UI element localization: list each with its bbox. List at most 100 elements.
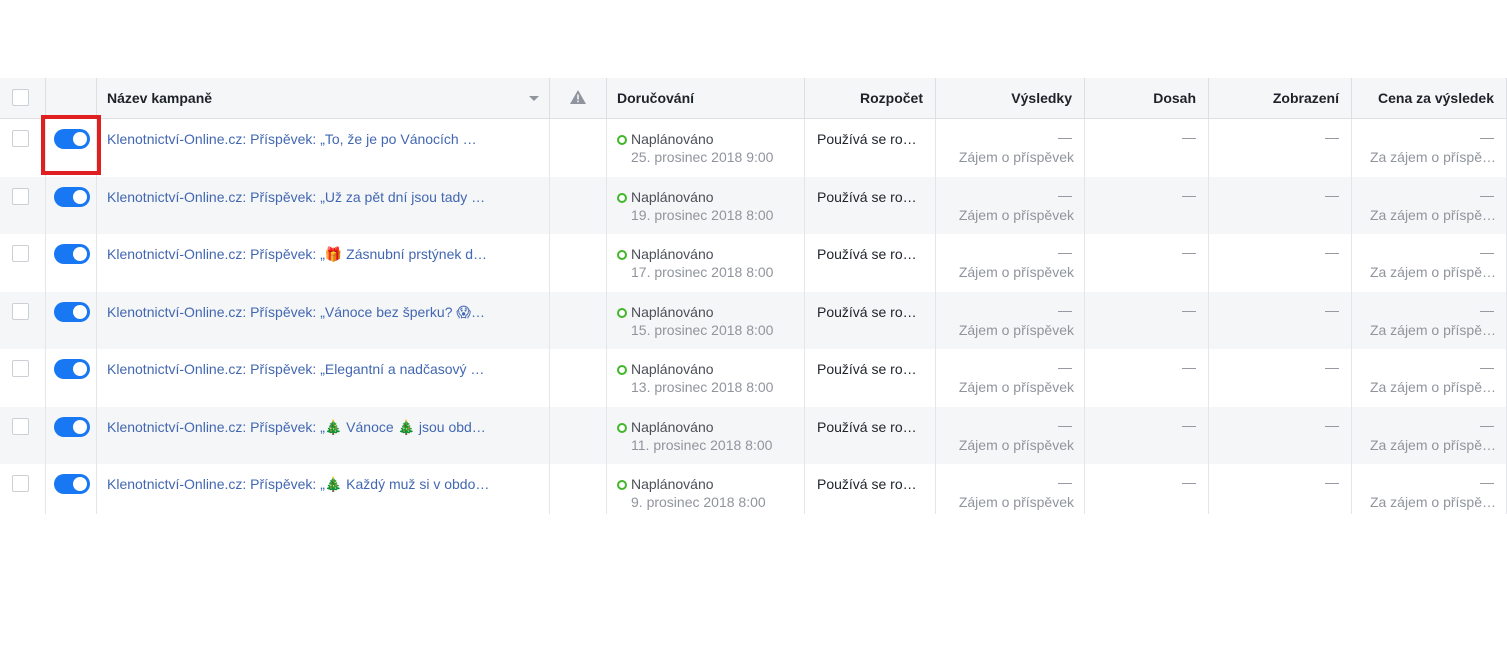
row-budget-cell: Používá se ro… <box>805 291 936 349</box>
row-results-cell: — Zájem o příspěvek <box>936 349 1085 407</box>
campaign-name-link[interactable]: Klenotnictví-Online.cz: Příspěvek: „Váno… <box>107 304 485 321</box>
results-value: — <box>1058 474 1072 490</box>
row-name-cell: Klenotnictví-Online.cz: Příspěvek: „🎄 Ka… <box>97 464 550 514</box>
toggle-highlight-box <box>41 115 101 175</box>
campaign-name-link[interactable]: Klenotnictví-Online.cz: Příspěvek: „🎄 Vá… <box>107 419 486 436</box>
row-delivery-cell: Naplánováno 11. prosinec 2018 8:00 <box>607 406 805 464</box>
row-select-cell <box>0 464 46 514</box>
column-campaign-name[interactable]: Název kampaně <box>97 78 550 118</box>
delivery-date: 17. prosinec 2018 8:00 <box>631 264 774 280</box>
column-delivery[interactable]: Doručování <box>607 78 805 118</box>
row-checkbox[interactable] <box>12 475 29 492</box>
row-select-cell <box>0 291 46 349</box>
row-cost-cell: — Za zájem o příspě… <box>1352 119 1507 177</box>
cost-label: Za zájem o příspě… <box>1369 149 1496 165</box>
delivery-date: 13. prosinec 2018 8:00 <box>631 379 774 395</box>
reach-value: — <box>1182 416 1196 433</box>
row-delivery-cell: Naplánováno 9. prosinec 2018 8:00 <box>607 464 805 514</box>
results-value: — <box>1058 416 1072 433</box>
column-label-campaign-name: Název kampaně <box>107 90 213 106</box>
cost-label: Za zájem o příspě… <box>1369 494 1496 510</box>
column-impressions[interactable]: Zobrazení <box>1209 78 1352 118</box>
campaign-on-off-toggle[interactable] <box>54 186 90 207</box>
select-all-checkbox[interactable] <box>12 89 29 106</box>
toggle-knob <box>73 189 87 204</box>
row-checkbox[interactable] <box>12 302 29 320</box>
sort-caret-icon[interactable] <box>529 96 539 101</box>
cost-label: Za zájem o příspě… <box>1369 379 1496 395</box>
column-results[interactable]: Výsledky <box>936 78 1085 118</box>
row-results-cell: — Zájem o příspěvek <box>936 234 1085 292</box>
results-label: Zájem o příspěvek <box>958 206 1074 223</box>
campaign-name-link[interactable]: Klenotnictví-Online.cz: Příspěvek: „🎄 Ka… <box>107 476 489 493</box>
delivery-date: 19. prosinec 2018 8:00 <box>631 206 774 223</box>
campaign-name-link[interactable]: Klenotnictví-Online.cz: Příspěvek: „Eleg… <box>107 361 484 377</box>
row-cost-cell: — Za zájem o příspě… <box>1352 291 1507 349</box>
row-toggle-cell <box>46 349 97 407</box>
status-dot-icon <box>617 480 627 490</box>
cost-value: — <box>1480 186 1494 203</box>
row-reach-cell: — <box>1085 349 1209 407</box>
cost-label: Za zájem o příspě… <box>1369 206 1496 223</box>
reach-value: — <box>1182 359 1196 375</box>
budget-text: Používá se ro… <box>817 476 917 492</box>
row-cost-cell: — Za zájem o příspě… <box>1352 464 1507 514</box>
row-select-cell <box>0 234 46 292</box>
impressions-value: — <box>1325 416 1339 433</box>
results-label: Zájem o příspěvek <box>958 264 1074 280</box>
row-budget-cell: Používá se ro… <box>805 119 936 177</box>
campaign-name-link[interactable]: Klenotnictví-Online.cz: Příspěvek: „🎁 Zá… <box>107 246 487 263</box>
campaign-on-off-toggle[interactable] <box>54 301 90 322</box>
row-reach-cell: — <box>1085 291 1209 349</box>
row-impressions-cell: — <box>1209 119 1352 177</box>
column-label-budget: Rozpočet <box>860 90 923 106</box>
row-reach-cell: — <box>1085 406 1209 464</box>
row-reach-cell: — <box>1085 234 1209 292</box>
table-row: Klenotnictví-Online.cz: Příspěvek: „🎄 Vá… <box>0 406 1507 464</box>
delivery-date: 25. prosinec 2018 9:00 <box>631 149 774 165</box>
results-label: Zájem o příspěvek <box>958 494 1074 510</box>
delivery-status: Naplánováno <box>631 418 714 435</box>
row-reach-cell: — <box>1085 464 1209 514</box>
campaign-on-off-toggle[interactable] <box>54 244 90 264</box>
row-checkbox[interactable] <box>12 187 29 205</box>
column-reach[interactable]: Dosah <box>1085 78 1209 118</box>
row-checkbox[interactable] <box>12 130 29 147</box>
column-cost-per-result[interactable]: Cena za výsledek <box>1352 78 1507 118</box>
column-warnings[interactable] <box>550 78 607 118</box>
toggle-knob <box>73 419 87 434</box>
row-delivery-cell: Naplánováno 13. prosinec 2018 8:00 <box>607 349 805 407</box>
row-select-cell <box>0 349 46 407</box>
delivery-status: Naplánováno <box>631 361 714 377</box>
row-cost-cell: — Za zájem o příspě… <box>1352 349 1507 407</box>
row-warning-cell <box>550 176 607 234</box>
column-label-delivery: Doručování <box>617 90 695 106</box>
campaign-on-off-toggle[interactable] <box>54 474 90 494</box>
campaign-name-link[interactable]: Klenotnictví-Online.cz: Příspěvek: „Už z… <box>107 189 485 205</box>
campaign-on-off-toggle[interactable] <box>54 359 90 379</box>
table-row: Klenotnictví-Online.cz: Příspěvek: „To, … <box>0 119 1507 177</box>
status-dot-icon <box>617 250 627 260</box>
results-value: — <box>1058 244 1072 260</box>
row-impressions-cell: — <box>1209 234 1352 292</box>
row-impressions-cell: — <box>1209 349 1352 407</box>
cost-value: — <box>1480 416 1494 433</box>
row-budget-cell: Používá se ro… <box>805 406 936 464</box>
campaign-on-off-toggle[interactable] <box>54 416 90 437</box>
table-row: Klenotnictví-Online.cz: Příspěvek: „🎁 Zá… <box>0 234 1507 292</box>
campaign-name-link[interactable]: Klenotnictví-Online.cz: Příspěvek: „To, … <box>107 131 477 147</box>
row-checkbox[interactable] <box>12 417 29 435</box>
row-results-cell: — Zájem o příspěvek <box>936 291 1085 349</box>
cost-value: — <box>1480 129 1494 145</box>
results-label: Zájem o příspěvek <box>958 379 1074 395</box>
column-budget[interactable]: Rozpočet <box>805 78 936 118</box>
cost-value: — <box>1480 359 1494 375</box>
row-checkbox[interactable] <box>12 245 29 262</box>
row-checkbox[interactable] <box>12 360 29 377</box>
row-impressions-cell: — <box>1209 176 1352 234</box>
row-toggle-cell <box>46 464 97 514</box>
warning-triangle-icon <box>570 90 586 104</box>
table-header: Název kampaně Doručování Rozpočet Výsled… <box>0 78 1507 119</box>
cost-label: Za zájem o příspě… <box>1369 264 1496 280</box>
campaigns-table: Název kampaně Doručování Rozpočet Výsled… <box>0 78 1507 514</box>
